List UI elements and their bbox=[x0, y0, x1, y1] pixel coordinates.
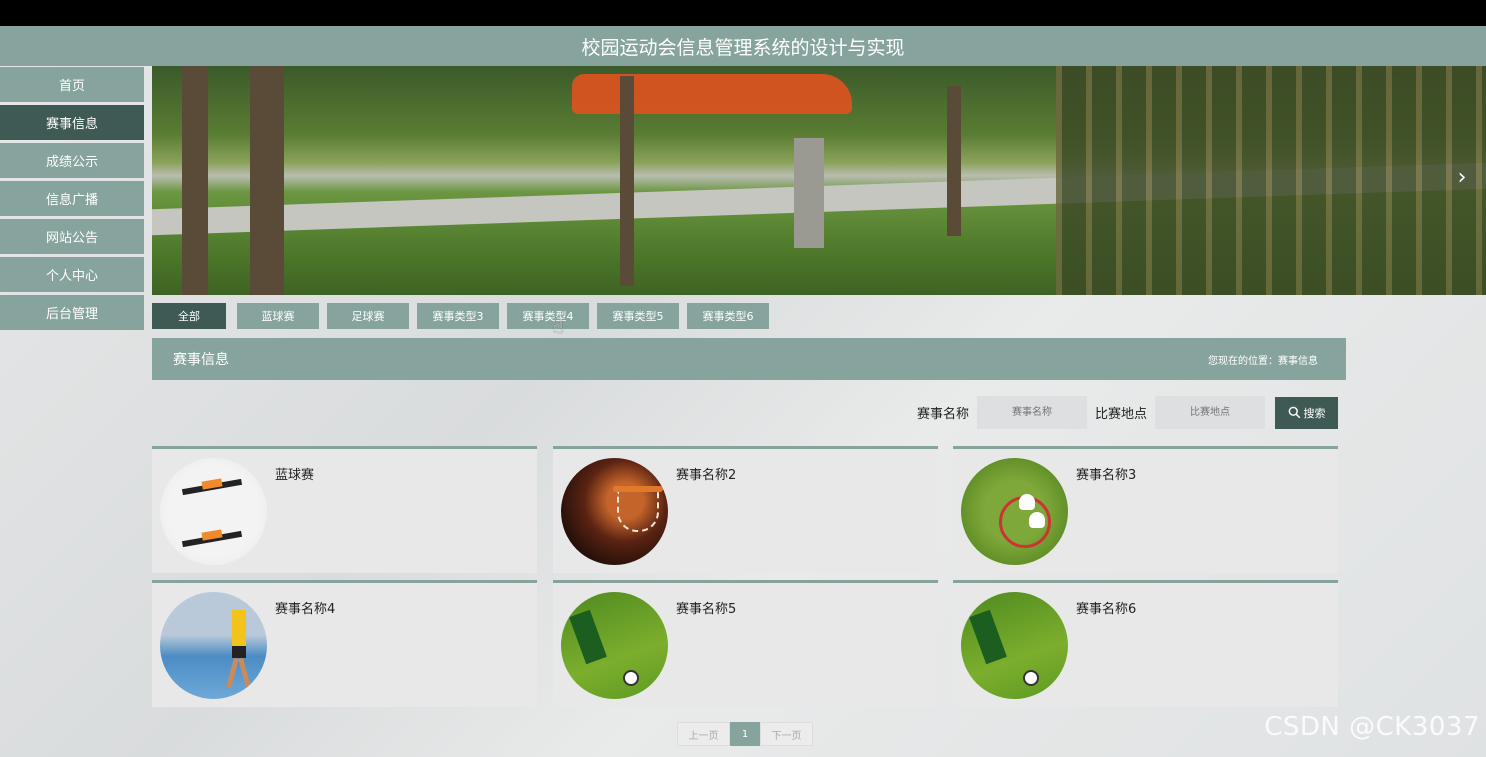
banner-carousel: › bbox=[152, 66, 1486, 295]
page: 校园运动会信息管理系统的设计与实现 首页 赛事信息 成绩公示 信息广播 网站公告… bbox=[0, 26, 1486, 757]
event-name: 赛事名称5 bbox=[676, 602, 737, 617]
tab-basketball[interactable]: 蓝球赛 bbox=[237, 303, 319, 329]
basketball-hoop-image bbox=[561, 458, 668, 565]
tab-type3[interactable]: 赛事类型3 bbox=[417, 303, 499, 329]
mouse-cursor-icon: ☝ bbox=[553, 317, 564, 338]
site-title: 校园运动会信息管理系统的设计与实现 bbox=[0, 26, 1486, 66]
prev-page-button[interactable]: 上一页 bbox=[677, 722, 730, 746]
search-bar: 赛事名称 比赛地点 搜索 bbox=[917, 396, 1338, 429]
sidebar-item-announcements[interactable]: 网站公告 bbox=[0, 219, 144, 254]
event-card[interactable]: 赛事名称3 bbox=[953, 446, 1338, 573]
event-card[interactable]: 赛事名称4 bbox=[152, 580, 537, 707]
soccer-player-image bbox=[961, 592, 1068, 699]
tab-type5[interactable]: 赛事类型5 bbox=[597, 303, 679, 329]
breadcrumb: 您现在的位置：赛事信息 bbox=[1208, 355, 1318, 367]
event-name-label: 赛事名称 bbox=[916, 407, 969, 422]
section-header: 赛事信息 您现在的位置：赛事信息 bbox=[152, 338, 1346, 380]
tab-type4[interactable]: 赛事类型4 bbox=[507, 303, 589, 329]
sidebar-item-results[interactable]: 成绩公示 bbox=[0, 143, 144, 178]
event-name: 赛事名称6 bbox=[1076, 602, 1137, 617]
watermark: CSDN @CK3037 bbox=[1264, 712, 1480, 742]
banner-tree-trunk bbox=[947, 86, 961, 236]
search-icon bbox=[1288, 406, 1300, 419]
event-card[interactable]: 赛事名称5 bbox=[553, 580, 938, 707]
pushup-athletes-image bbox=[160, 458, 267, 565]
sidebar: 首页 赛事信息 成绩公示 信息广播 网站公告 个人中心 后台管理 bbox=[0, 67, 146, 333]
event-name-input[interactable] bbox=[976, 396, 1087, 429]
tab-football[interactable]: 足球赛 bbox=[327, 303, 409, 329]
banner-tree-trunk bbox=[620, 76, 634, 286]
current-page-button[interactable]: 1 bbox=[730, 722, 760, 746]
section-title: 赛事信息 bbox=[173, 352, 229, 368]
tab-all[interactable]: 全部 bbox=[152, 303, 226, 329]
event-name: 赛事名称4 bbox=[275, 602, 336, 617]
event-name: 赛事名称3 bbox=[1076, 468, 1137, 483]
sidebar-item-broadcast[interactable]: 信息广播 bbox=[0, 181, 144, 216]
event-name: 蓝球赛 bbox=[275, 468, 315, 483]
banner-tree-trunk bbox=[182, 66, 208, 295]
search-button-label: 搜索 bbox=[1303, 407, 1326, 420]
banner-bamboo-fence bbox=[1056, 66, 1486, 295]
sidebar-item-admin[interactable]: 后台管理 bbox=[0, 295, 144, 330]
pagination: 上一页 1 下一页 bbox=[677, 722, 813, 746]
tab-type6[interactable]: 赛事类型6 bbox=[687, 303, 769, 329]
event-card[interactable]: 赛事名称6 bbox=[953, 580, 1338, 707]
sidebar-item-events[interactable]: 赛事信息 bbox=[0, 105, 144, 140]
chevron-right-icon[interactable]: › bbox=[1450, 162, 1474, 192]
badminton-racket-image bbox=[961, 458, 1068, 565]
banner-tree-trunk bbox=[250, 66, 284, 295]
soccer-player-image bbox=[561, 592, 668, 699]
event-name: 赛事名称2 bbox=[676, 468, 737, 483]
event-card[interactable]: 赛事名称2 bbox=[553, 446, 938, 573]
category-tabs: 全部 蓝球赛 足球赛 赛事类型3 赛事类型4 赛事类型5 赛事类型6 bbox=[152, 303, 777, 329]
banner-flowerbed bbox=[572, 74, 852, 114]
search-button[interactable]: 搜索 bbox=[1275, 396, 1338, 429]
location-label: 比赛地点 bbox=[1094, 407, 1147, 422]
banner-lamp-post bbox=[794, 138, 824, 248]
next-page-button[interactable]: 下一页 bbox=[760, 722, 813, 746]
location-input[interactable] bbox=[1155, 396, 1265, 429]
sidebar-item-home[interactable]: 首页 bbox=[0, 67, 144, 102]
sidebar-item-personal-center[interactable]: 个人中心 bbox=[0, 257, 144, 292]
runner-image bbox=[160, 592, 267, 699]
event-card[interactable]: 蓝球赛 bbox=[152, 446, 537, 573]
screen-top-bar bbox=[0, 0, 1486, 26]
